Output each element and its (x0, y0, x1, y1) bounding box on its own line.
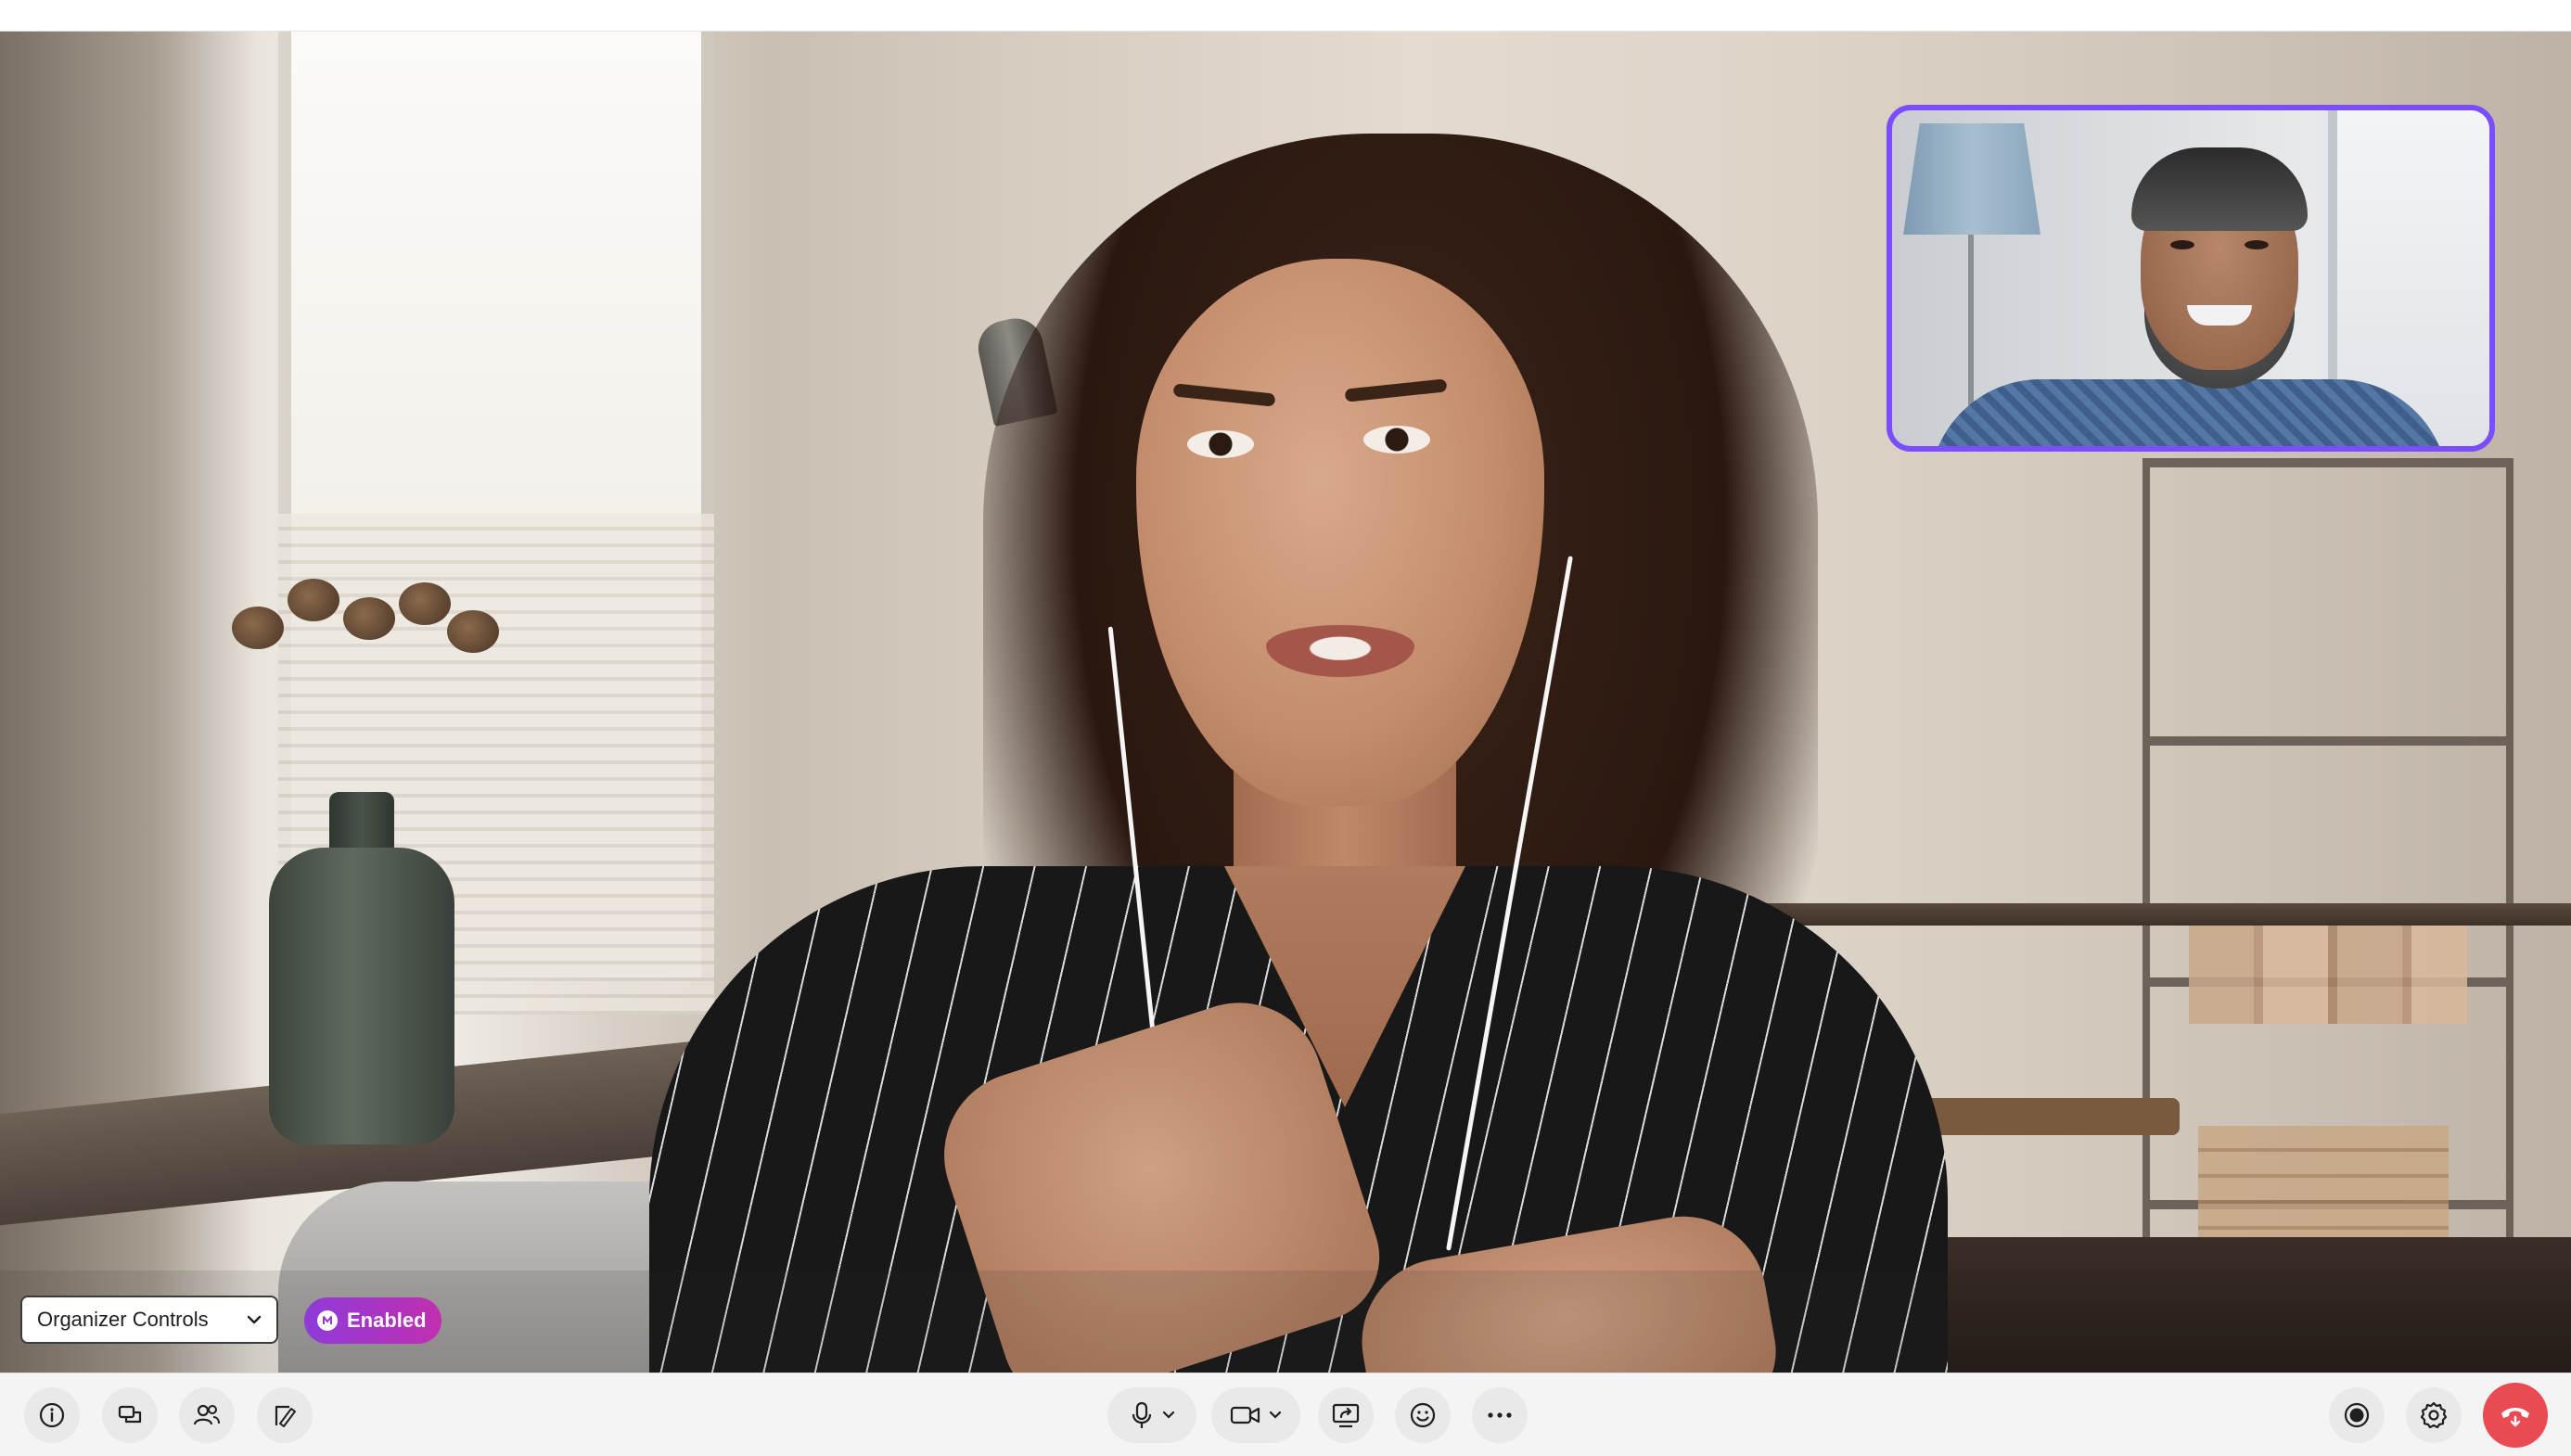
settings-button[interactable] (2406, 1387, 2462, 1443)
info-icon (38, 1401, 66, 1429)
chat-button[interactable] (102, 1387, 158, 1443)
background-table (1716, 903, 2571, 926)
pip-person-left-eye (2170, 240, 2194, 249)
participants-icon (192, 1401, 222, 1429)
end-call-icon (2499, 1403, 2532, 1427)
window-title-bar (0, 0, 2571, 32)
organizer-controls-dropdown[interactable]: Organizer Controls (20, 1296, 278, 1344)
pip-person-shirt (1929, 379, 2449, 446)
reactions-icon (1409, 1401, 1437, 1429)
gear-icon (2419, 1400, 2449, 1430)
pip-person-hair (2131, 147, 2308, 231)
chevron-down-icon (1269, 1411, 1282, 1420)
record-icon (2343, 1401, 2371, 1429)
organizer-controls-label: Organizer Controls (37, 1308, 209, 1331)
more-icon (1486, 1411, 1514, 1420)
call-toolbar (0, 1373, 2571, 1456)
camera-button[interactable] (1211, 1387, 1300, 1443)
meeting-info-button[interactable] (24, 1387, 80, 1443)
pip-person-right-eye (2245, 240, 2269, 249)
reactions-button[interactable] (1395, 1387, 1451, 1443)
camera-icon (1230, 1403, 1261, 1427)
chevron-down-icon (1162, 1411, 1175, 1420)
more-options-button[interactable] (1472, 1387, 1528, 1443)
presenter-left-eye (1187, 430, 1254, 458)
share-screen-button[interactable] (1318, 1387, 1374, 1443)
self-view-tile[interactable] (1887, 105, 2495, 452)
enabled-status-label: Enabled (347, 1309, 427, 1332)
microphone-button[interactable] (1107, 1387, 1196, 1443)
record-button[interactable] (2329, 1387, 2385, 1443)
enabled-status-badge[interactable]: Enabled (304, 1297, 441, 1344)
whiteboard-icon (271, 1401, 299, 1429)
pip-lamp (1903, 123, 2040, 235)
background-vase (269, 848, 454, 1144)
whiteboard-button[interactable] (257, 1387, 313, 1443)
share-screen-icon (1331, 1401, 1361, 1429)
pip-person-smile (2187, 305, 2252, 326)
chevron-down-icon (247, 1312, 262, 1327)
chat-icon (116, 1401, 144, 1429)
microphone-icon (1129, 1400, 1155, 1430)
participants-button[interactable] (179, 1387, 235, 1443)
presenter-right-eye (1363, 426, 1430, 453)
presenter-face (1136, 259, 1544, 806)
ai-assistant-icon (317, 1310, 338, 1331)
end-call-button[interactable] (2483, 1383, 2548, 1448)
background-dried-flowers (232, 579, 510, 829)
background-books (2189, 913, 2467, 1024)
